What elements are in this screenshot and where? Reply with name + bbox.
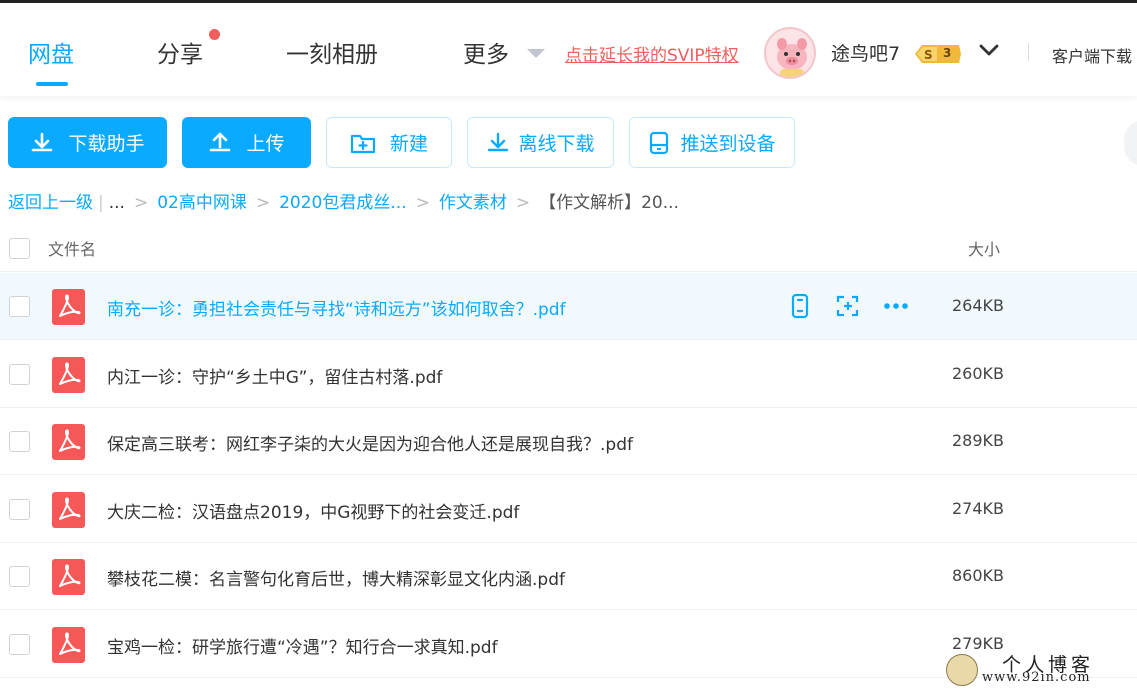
breadcrumb-current: 【作文解析】20... (539, 193, 679, 213)
svip-badge: S 3 (913, 43, 963, 65)
username[interactable]: 途鸟吧7 (831, 39, 900, 66)
pdf-file-icon (52, 357, 85, 393)
breadcrumb-ellipsis[interactable]: ... (109, 193, 125, 213)
nav-active-indicator (36, 82, 68, 86)
nav-tab-netdisk[interactable]: 网盘 (28, 35, 74, 69)
pdf-file-icon (52, 492, 85, 528)
file-size: 260KB (951, 364, 1004, 383)
watermark-face-icon (946, 654, 978, 686)
client-download-link[interactable]: 客户端下载 (1052, 43, 1132, 67)
row-checkbox[interactable] (9, 566, 30, 587)
breadcrumb-pipe: | (98, 193, 104, 213)
pdf-file-icon (52, 627, 85, 663)
offline-download-label: 离线下载 (518, 133, 595, 155)
phone-icon[interactable] (787, 293, 813, 319)
file-name[interactable]: 保定高三联考：网红李子柒的大火是因为迎合他人还是展现自我？.pdf (107, 430, 633, 455)
svip-level: 3 (943, 46, 952, 60)
download-helper-label: 下载助手 (68, 133, 145, 155)
breadcrumb-item[interactable]: 作文素材 (439, 193, 507, 213)
new-folder-label: 新建 (389, 133, 428, 155)
svip-level-icon: S (915, 45, 961, 63)
push-to-device-button[interactable]: 推送到设备 (629, 117, 795, 168)
download-icon (32, 132, 53, 151)
avatar[interactable] (764, 27, 816, 79)
file-name[interactable]: 内江一诊：守护“乡土中G”，留住古村落.pdf (107, 363, 442, 388)
pig-avatar-icon (777, 38, 807, 77)
column-header-name[interactable]: 文件名 (48, 236, 96, 260)
nav-tab-share[interactable]: 分享 (157, 35, 203, 69)
file-name[interactable]: 大庆二检：汉语盘点2019，中G视野下的社会变迁.pdf (107, 498, 519, 523)
search-box-edge[interactable] (1124, 120, 1137, 166)
pdf-file-icon (52, 559, 85, 595)
top-bar: 网盘 分享 一刻相册 更多 点击延长我的SVIP特权 途鸟吧7 S 3 客户端下… (0, 0, 1137, 96)
notification-dot (209, 29, 220, 40)
breadcrumb-back[interactable]: 返回上一级 (8, 193, 93, 213)
row-checkbox[interactable] (9, 634, 30, 655)
row-checkbox[interactable] (9, 431, 30, 452)
upload-button[interactable]: 上传 (182, 117, 311, 168)
more-dots-icon[interactable] (883, 293, 909, 319)
new-folder-button[interactable]: 新建 (326, 117, 452, 168)
svip-renew-link[interactable]: 点击延长我的SVIP特权 (565, 41, 739, 66)
breadcrumb-separator: > (415, 193, 430, 213)
share-icon[interactable] (835, 293, 861, 319)
file-size: 264KB (951, 296, 1004, 315)
pdf-file-icon (52, 289, 85, 325)
more-caret-icon[interactable] (527, 49, 545, 58)
chevron-down-icon[interactable] (978, 41, 1000, 59)
row-checkbox[interactable] (9, 364, 30, 385)
device-icon (650, 131, 669, 154)
pdf-file-icon (52, 424, 85, 460)
breadcrumb-item[interactable]: 02高中网课 (157, 193, 247, 213)
table-header: 文件名 大小 (0, 226, 1137, 272)
table-row[interactable]: 南充一诊：勇担社会责任与寻找“诗和远方”该如何取舍？.pdf 264KB (0, 273, 1137, 340)
file-name[interactable]: 南充一诊：勇担社会责任与寻找“诗和远方”该如何取舍？.pdf (107, 295, 566, 320)
folder-plus-icon (350, 134, 376, 153)
row-checkbox[interactable] (9, 296, 30, 317)
svg-text:S: S (924, 48, 933, 62)
column-header-size[interactable]: 大小 (968, 236, 1000, 260)
watermark-url: www.92in.com (982, 670, 1091, 685)
file-size: 289KB (951, 431, 1004, 450)
table-row[interactable]: 内江一诊：守护“乡土中G”，留住古村落.pdf 260KB (0, 341, 1137, 408)
file-name[interactable]: 宝鸡一检：研学旅行遭“冷遇”？知行合一求真知.pdf (107, 633, 498, 658)
table-row[interactable]: 保定高三联考：网红李子柒的大火是因为迎合他人还是展现自我？.pdf 289KB (0, 408, 1137, 475)
push-to-device-label: 推送到设备 (680, 133, 776, 155)
file-size: 860KB (951, 566, 1004, 585)
nav-tab-album[interactable]: 一刻相册 (286, 35, 378, 69)
table-row[interactable]: 攀枝花二模：名言警句化育后世，博大精深彰显文化内涵.pdf 860KB (0, 543, 1137, 610)
breadcrumb-separator: > (255, 193, 271, 213)
upload-label: 上传 (246, 133, 285, 155)
offline-download-button[interactable]: 离线下载 (467, 117, 614, 168)
file-size: 274KB (951, 499, 1004, 518)
row-checkbox[interactable] (9, 499, 30, 520)
breadcrumb-separator: > (515, 193, 531, 213)
select-all-checkbox[interactable] (9, 238, 30, 259)
breadcrumb-item[interactable]: 2020包君成丝... (279, 193, 406, 213)
download-helper-button[interactable]: 下载助手 (8, 117, 167, 168)
table-row[interactable]: 大庆二检：汉语盘点2019，中G视野下的社会变迁.pdf 274KB (0, 476, 1137, 543)
upload-icon (210, 132, 231, 151)
breadcrumb-separator: > (133, 193, 149, 213)
offline-download-icon (488, 132, 509, 151)
breadcrumb: 返回上一级 |... >02高中网课 >2020包君成丝... > 作文素材 > 【作文解析】… (8, 188, 679, 213)
divider (1028, 43, 1029, 61)
nav-tab-more[interactable]: 更多 (463, 35, 509, 69)
watermark: 个人博客 www.92in.com (940, 648, 1130, 688)
file-name[interactable]: 攀枝花二模：名言警句化育后世，博大精深彰显文化内涵.pdf (107, 565, 565, 590)
